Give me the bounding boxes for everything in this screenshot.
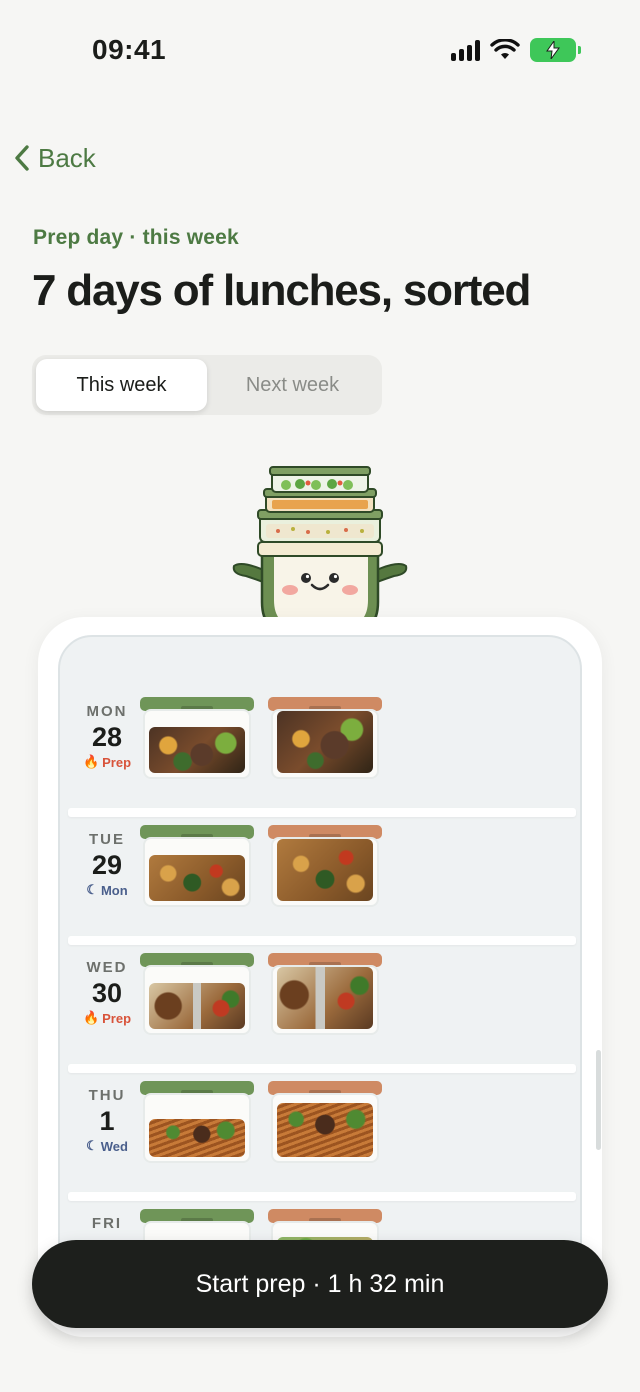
lunch-container-green[interactable] (140, 953, 254, 1039)
day-of-week: THU (88, 1087, 126, 1104)
eyebrow-text: Prep day · this week (33, 226, 239, 249)
day-label: TUE 29 ☾ Mon (72, 831, 142, 898)
meal-image-chicken-fajita (277, 967, 373, 1029)
lunch-container-orange[interactable] (268, 953, 382, 1039)
fridge-scrollbar[interactable] (596, 1050, 601, 1150)
day-tag: 🔥 Prep (72, 754, 142, 770)
day-row-tue[interactable]: TUE 29 ☾ Mon (60, 817, 580, 945)
moon-icon: ☾ (86, 1138, 98, 1153)
lunch-container-orange[interactable] (268, 1081, 382, 1167)
wifi-icon (490, 39, 520, 59)
fridge-shelves[interactable]: MON 28 🔥 Prep TUE 29 ☾ Mon WED 30 🔥 Prep… (58, 635, 582, 1295)
cellular-signal-icon (451, 39, 480, 61)
back-button[interactable]: Back (12, 138, 96, 178)
back-label: Back (38, 142, 96, 173)
shelf (68, 1064, 576, 1073)
container-box (271, 965, 379, 1035)
meal-image-chicken-fajita (149, 983, 245, 1029)
day-number: 30 (91, 978, 123, 1008)
meal-image-chickpea-curry (277, 839, 373, 901)
shelf (68, 936, 576, 945)
lunch-container-green[interactable] (140, 697, 254, 783)
container-box (143, 965, 251, 1035)
day-of-week: WED (86, 959, 128, 976)
moon-icon: ☾ (86, 882, 98, 897)
flame-icon: 🔥 (82, 754, 100, 769)
shelf (68, 808, 576, 817)
lunch-container-green[interactable] (140, 825, 254, 911)
status-time: 09:41 (92, 34, 167, 65)
segment-next-week[interactable]: Next week (207, 359, 378, 411)
day-row-thu[interactable]: THU 1 ☾ Wed (60, 1073, 580, 1201)
shelf (68, 1192, 576, 1201)
meal-image-beef-noodles (277, 1103, 373, 1157)
status-icons (451, 38, 581, 62)
lunch-container-orange[interactable] (268, 697, 382, 783)
meal-image-sweet-potato-bowl (277, 711, 373, 773)
day-tag-label: Prep (102, 1010, 132, 1026)
day-tag: ☾ Wed (72, 1138, 142, 1154)
week-segmented-control: This week Next week (32, 355, 382, 415)
battery-charging-icon (530, 38, 581, 62)
flame-icon: 🔥 (82, 1010, 100, 1025)
status-bar: 09:41 (0, 0, 640, 100)
day-label: THU 1 ☾ Wed (72, 1087, 142, 1154)
day-tag-label: Wed (100, 1138, 128, 1154)
segment-this-week[interactable]: This week (36, 359, 207, 411)
meal-image-sweet-potato-bowl (149, 727, 245, 773)
container-box (271, 837, 379, 907)
page-title: 7 days of lunches, sorted (32, 266, 531, 315)
day-row-mon[interactable]: MON 28 🔥 Prep (60, 689, 580, 817)
container-box (271, 709, 379, 779)
container-box (143, 1093, 251, 1163)
day-tag-label: Prep (102, 754, 132, 770)
day-number: 28 (91, 722, 123, 752)
day-label: MON 28 🔥 Prep (72, 703, 142, 770)
day-number: 1 (99, 1106, 115, 1136)
day-of-week: TUE (89, 831, 125, 848)
day-of-week: FRI (91, 1215, 123, 1232)
day-number: 29 (91, 850, 123, 880)
container-box (271, 1093, 379, 1163)
day-label: WED 30 🔥 Prep (72, 959, 142, 1026)
day-row-wed[interactable]: WED 30 🔥 Prep (60, 945, 580, 1073)
container-box (143, 709, 251, 779)
lunch-container-orange[interactable] (268, 825, 382, 911)
day-tag-label: Mon (100, 882, 128, 898)
container-box (143, 837, 251, 907)
chevron-left-icon (15, 145, 29, 171)
lunch-container-green[interactable] (140, 1081, 254, 1167)
meal-image-chickpea-curry (149, 855, 245, 901)
start-prep-button[interactable]: Start prep · 1 h 32 min (32, 1240, 608, 1328)
meal-image-beef-noodles (149, 1119, 245, 1157)
day-label: FRI (72, 1215, 142, 1234)
day-tag: 🔥 Prep (72, 1010, 142, 1026)
day-tag: ☾ Mon (72, 882, 142, 898)
day-of-week: MON (86, 703, 128, 720)
